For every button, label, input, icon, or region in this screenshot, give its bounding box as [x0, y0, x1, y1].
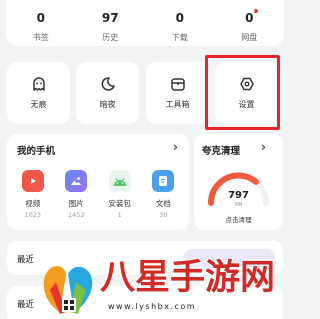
stat-number: 0 [175, 11, 184, 25]
file-category-list: 视频 1023 图片 1452 安装包 1 文档 30 [11, 170, 185, 219]
toolbox-button[interactable]: 工具箱 [146, 62, 209, 124]
storage-gauge [208, 172, 269, 206]
stat-cloud-drive[interactable]: 0 网盘 [215, 0, 285, 46]
stat-label: 书签 [32, 33, 49, 42]
category-label: 文档 [155, 199, 171, 208]
category-document[interactable]: 文档 30 [143, 170, 183, 219]
category-image[interactable]: 图片 1452 [56, 170, 96, 219]
chevron-right-icon[interactable]: › [261, 140, 266, 154]
tool-label: 暗夜 [99, 100, 116, 109]
stat-downloads[interactable]: 0 下载 [145, 0, 215, 46]
stat-history[interactable]: 97 历史 [76, 0, 146, 46]
watermark-logo-icon [43, 266, 93, 314]
stat-label: 网盘 [241, 33, 258, 42]
watermark-brand: 八星手游网 [100, 258, 276, 298]
recent-title: 最近 [17, 300, 35, 310]
cleaner-title: 夸克清理 [202, 146, 241, 157]
stats-bar: 0 书签 97 历史 0 下载 0 网盘 [6, 0, 284, 46]
night-mode-button[interactable]: 暗夜 [76, 62, 139, 124]
notification-dot [254, 9, 259, 13]
my-phone-card[interactable]: 我的手机 › 视频 1023 图片 1452 安装包 1 文档 30 [7, 134, 189, 230]
category-label: 视频 [25, 199, 41, 208]
image-icon [65, 170, 88, 192]
cleaner-card[interactable]: 夸克清理 › 797 MB 点击清理 [194, 134, 283, 230]
junk-size-unit: MB [234, 202, 243, 208]
my-phone-title: 我的手机 [17, 146, 56, 157]
category-label: 图片 [68, 199, 84, 208]
category-count: 1 [117, 211, 122, 219]
stat-number: 0 [36, 11, 45, 25]
moon-icon [101, 77, 115, 91]
chevron-right-icon[interactable]: › [173, 140, 178, 154]
watermark-url: www.lyshbx.com [108, 302, 197, 311]
stat-label: 下载 [171, 33, 188, 42]
stat-bookmarks[interactable]: 0 书签 [6, 0, 76, 46]
android-icon [108, 170, 131, 192]
settings-highlight-box [205, 55, 280, 130]
tool-label: 工具箱 [165, 100, 190, 109]
tool-label: 无痕 [30, 100, 47, 109]
category-video[interactable]: 视频 1023 [13, 170, 53, 219]
category-apk[interactable]: 安装包 1 [100, 170, 140, 219]
junk-size-value: 797 [228, 190, 249, 201]
document-icon [152, 170, 175, 192]
category-count: 1023 [24, 211, 42, 219]
stat-number: 97 [101, 11, 119, 25]
incognito-icon [32, 77, 45, 91]
category-count: 1452 [67, 211, 85, 219]
incognito-button[interactable]: 无痕 [7, 62, 70, 124]
clean-now-label[interactable]: 点击清理 [194, 214, 283, 224]
category-label: 安装包 [108, 199, 132, 208]
recent-title: 最近 [17, 255, 35, 265]
toolbox-icon [170, 78, 185, 91]
stat-number: 0 [245, 11, 254, 25]
category-count: 30 [159, 211, 168, 219]
video-icon [21, 170, 44, 192]
stat-label: 历史 [102, 33, 119, 42]
